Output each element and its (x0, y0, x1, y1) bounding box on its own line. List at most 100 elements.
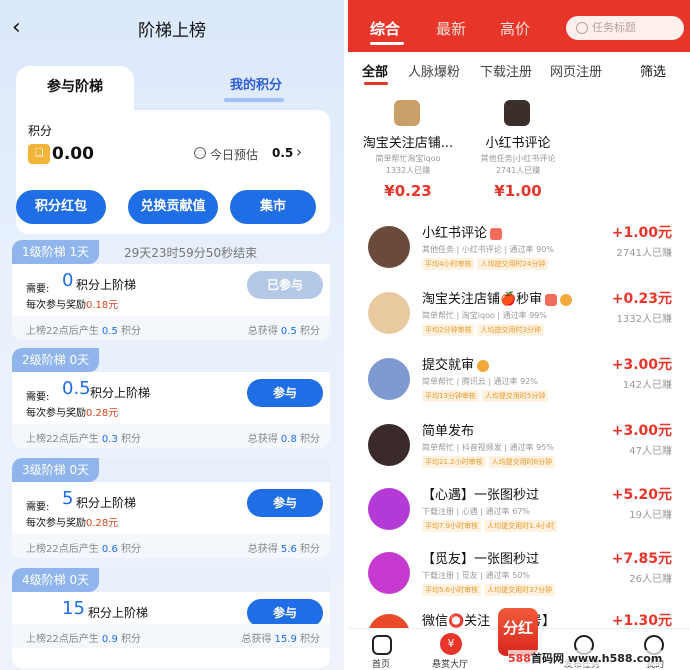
task-tag: 平均7.9小时审核 (422, 520, 482, 532)
subtab-download[interactable]: 下载注册 (480, 61, 532, 80)
task-done: 47人已赚 (629, 446, 672, 457)
footer-right-unit: 积分 (300, 434, 320, 445)
task-item[interactable]: 淘宝关注店铺🍎秒审 简单帮忙 | 淘宝iqoo | 通过率 99% 平均2分钟审… (348, 282, 690, 348)
footer-left-value: 0.6 (101, 544, 118, 555)
join-button[interactable]: 参与 (247, 599, 323, 627)
footer-left: 上榜22点后产生 0.3 积分 (26, 430, 141, 445)
tab-underline (370, 42, 404, 45)
reward-value: 0.28元 (86, 518, 119, 529)
featured-image (504, 100, 530, 126)
subtab-contacts[interactable]: 人脉爆粉 (408, 61, 460, 80)
join-button[interactable]: 参与 (247, 489, 323, 517)
market-button[interactable]: 集市 (230, 190, 316, 224)
featured-sub: 简单帮忙淘宝iqoo (375, 154, 441, 163)
task-sub: 简单帮忙 | 抖音视频发 | 通过率 95% (422, 443, 554, 452)
footer-right-label: 总获得 (247, 434, 278, 445)
task-title-text: 淘宝关注店铺🍎秒审 (422, 292, 543, 307)
task-tag: 平均2分钟审核 (422, 324, 475, 336)
task-price: +3.00元 (611, 423, 672, 439)
task-tags: 平均5.6小时审核 人均提交用时37分钟 (422, 584, 558, 596)
badge-icon (490, 227, 503, 240)
task-done: 26人已赚 (629, 574, 672, 585)
tab-home[interactable]: 首页 (372, 657, 390, 670)
search-icon (576, 22, 588, 34)
subtab-web-register[interactable]: 网页注册 (550, 61, 602, 80)
level-countdown: 29天23时59分50秒结束 (124, 246, 258, 260)
ladder-level-2: 2级阶梯 0天 需要: 0.5 积分上阶梯 每次参与奖励0.28元 参与 上榜2… (12, 348, 330, 448)
join-button[interactable]: 参与 (247, 379, 323, 407)
task-item[interactable]: 小红书评论 其他任务 | 小红书评论 | 通过率 90% 平均4小时审核 人均提交… (348, 216, 690, 282)
task-item[interactable]: 提交就审 简单帮忙 | 腾讯云 | 通过率 92% 平均13分钟审核 人均提交用时… (348, 348, 690, 414)
left-panel: ‹ 阶梯上榜 参与阶梯 我的积分 积分 ❏ 0.00 今日预估 0.5 › 积分… (0, 0, 344, 670)
task-avatar (368, 488, 410, 530)
need-value: 15 (62, 598, 85, 619)
footer-right-value: 0.8 (280, 434, 297, 445)
today-estimate-label[interactable]: 今日预估 (210, 146, 258, 163)
tab-reward-hall[interactable]: 悬赏大厅 (432, 657, 468, 670)
task-tag: 人均提交用时1.4小时 (484, 520, 558, 532)
level-tag: 2级阶梯 0天 (12, 348, 100, 372)
footer-left-value: 0.3 (101, 434, 118, 445)
reward-value: 0.28元 (86, 408, 119, 419)
footer-left-label: 上榜22点后产生 (26, 326, 99, 337)
footer-left: 上榜22点后产生 0.5 积分 (26, 322, 141, 337)
task-tag: 平均13分钟审核 (422, 390, 479, 402)
today-estimate-value[interactable]: 0.5 (272, 146, 293, 160)
featured-card[interactable]: 小红书评论 其他任务|小红书评论 2741人已赚 ¥1.00 (458, 96, 578, 210)
dividend-button[interactable]: 分红 (498, 608, 538, 656)
coin-icon: ❏ (28, 144, 50, 164)
task-tag: 平均5.6小时审核 (422, 584, 482, 596)
tab-my-points[interactable]: 我的积分 (196, 74, 316, 93)
tab-join-ladder[interactable]: 参与阶梯 (16, 66, 134, 112)
footer-left: 上榜22点后产生 0.6 积分 (26, 540, 141, 555)
tab-high-price[interactable]: 高价 (500, 18, 530, 39)
chevron-right-icon[interactable]: › (296, 143, 302, 161)
watermark-number: 588 (508, 652, 531, 665)
right-panel: 综合 最新 高价 任务标题 全部 人脉爆粉 下载注册 网页注册 筛选 淘宝关注店… (348, 0, 690, 670)
task-avatar (368, 358, 410, 400)
featured-title: 小红书评论 (485, 136, 551, 151)
task-item[interactable]: 简单发布 简单帮忙 | 抖音视频发 | 通过率 95% 平均21.2小时审核 人均… (348, 414, 690, 480)
task-item[interactable]: 【心遇】一张图秒过 下载注册 | 心遇 | 通过率 67% 平均7.9小时审核人… (348, 478, 690, 544)
points-redpacket-button[interactable]: 积分红包 (16, 190, 106, 224)
task-sub: 下载注册 | 心遇 | 通过率 67% (422, 507, 530, 516)
footer-right: 总获得 0.5 积分 (248, 322, 320, 337)
footer-right-value: 5.6 (280, 544, 297, 555)
task-title-text: 提交就审 (422, 358, 475, 373)
reward-hall-icon[interactable]: ¥ (440, 633, 462, 655)
left-header: ‹ 阶梯上榜 (0, 0, 344, 56)
reward-label: 每次参与奖励 (26, 300, 86, 311)
task-avatar (368, 614, 410, 628)
featured-done: 1332人已赚 (385, 166, 431, 175)
task-done: 2741人已赚 (616, 248, 672, 259)
task-sub: 简单帮忙 | 淘宝iqoo | 通过率 99% (422, 311, 547, 320)
task-sub: 下载注册 | 觅友 | 通过率 50% (422, 571, 530, 580)
task-tag: 人均提交用时37分钟 (484, 584, 556, 596)
task-price: +7.85元 (611, 551, 672, 567)
reward-text: 每次参与奖励0.28元 (26, 404, 118, 419)
need-value: 5 (62, 488, 74, 509)
joined-button[interactable]: 已参与 (247, 271, 323, 299)
footer-left-value: 0.9 (101, 634, 118, 645)
badge-icon (545, 293, 558, 306)
task-avatar (368, 292, 410, 334)
subtab-all[interactable]: 全部 (362, 61, 388, 80)
task-price: +3.00元 (611, 357, 672, 373)
level-header: 1级阶梯 1天 29天23时59分50秒结束 (12, 240, 330, 264)
featured-done: 2741人已赚 (495, 166, 541, 175)
tab-latest[interactable]: 最新 (436, 18, 466, 39)
points-label: 积分 (28, 124, 53, 138)
featured-price: ¥0.23 (384, 182, 432, 200)
footer-right-value: 0.5 (280, 326, 297, 337)
task-done: 1332人已赚 (616, 314, 672, 325)
featured-card[interactable]: 淘宝关注店铺... 简单帮忙淘宝iqoo 1332人已赚 ¥0.23 (348, 96, 468, 210)
task-item[interactable]: 【觅友】一张图秒过 下载注册 | 觅友 | 通过率 50% 平均5.6小时审核人… (348, 542, 690, 608)
need-unit: 积分上阶梯 (90, 386, 151, 400)
watermark: 588首码网 www.h588.com (508, 650, 663, 666)
level-header: 3级阶梯 0天 (12, 458, 330, 482)
filter-button[interactable]: 筛选 (640, 61, 666, 80)
home-icon[interactable] (372, 635, 392, 655)
tab-comprehensive[interactable]: 综合 (370, 18, 400, 39)
clock-icon (194, 147, 206, 159)
exchange-contribution-button[interactable]: 兑换贡献值 (128, 190, 218, 224)
